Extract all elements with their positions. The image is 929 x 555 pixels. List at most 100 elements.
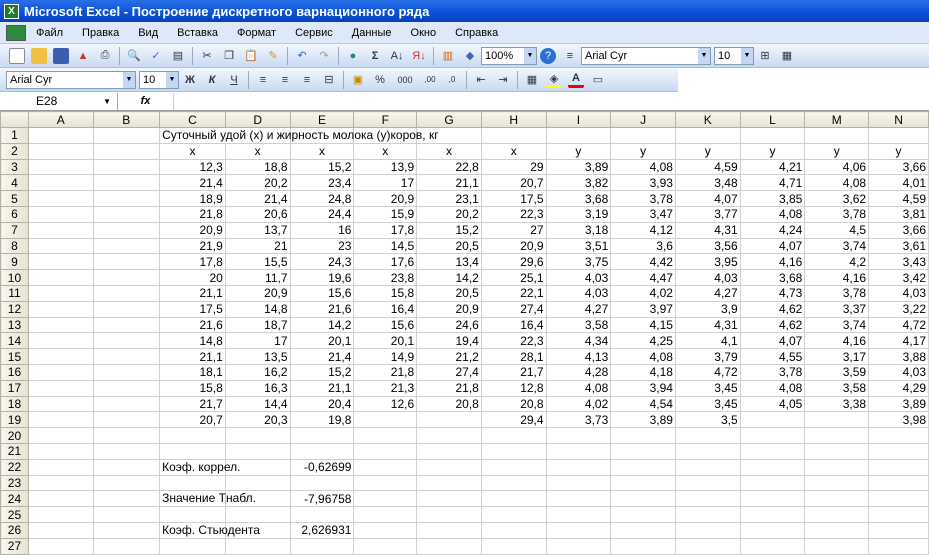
- row-header[interactable]: 2: [0, 142, 29, 160]
- cell-F8[interactable]: 14,5: [353, 237, 418, 255]
- cell-N9[interactable]: 3,43: [868, 253, 929, 271]
- cell-L10[interactable]: 3,68: [739, 269, 806, 286]
- cell-H13[interactable]: 16,4: [480, 316, 547, 334]
- cell-K27[interactable]: [674, 537, 741, 555]
- cell-K26[interactable]: [674, 521, 741, 539]
- cell-H25[interactable]: [480, 506, 547, 523]
- save-icon[interactable]: [53, 47, 69, 64]
- cell-C7[interactable]: 20,9: [159, 221, 226, 239]
- cell-E9[interactable]: 24,3: [289, 253, 355, 271]
- cell-D15[interactable]: 13,5: [224, 348, 291, 365]
- cell-M14[interactable]: 4,16: [804, 332, 870, 350]
- cell-G27[interactable]: [416, 537, 482, 555]
- cell-H5[interactable]: 17,5: [480, 190, 547, 207]
- cell-L12[interactable]: 4,62: [739, 300, 806, 318]
- cell-M5[interactable]: 3,62: [804, 190, 870, 207]
- cell-E24[interactable]: -7,96758: [289, 490, 355, 508]
- cell-B22[interactable]: [92, 458, 161, 476]
- cell-F26[interactable]: [353, 521, 418, 539]
- cell-L7[interactable]: 4,24: [739, 221, 806, 239]
- cell-J8[interactable]: 3,6: [610, 237, 676, 255]
- increase-indent-icon[interactable]: ⇥: [495, 72, 511, 88]
- cell-L26[interactable]: [739, 521, 806, 539]
- cell-E27[interactable]: [289, 537, 355, 555]
- cell-N27[interactable]: [868, 537, 929, 555]
- cell-I19[interactable]: 3,73: [545, 411, 612, 429]
- cell-M6[interactable]: 3,78: [804, 205, 870, 223]
- cell-N10[interactable]: 3,42: [868, 269, 929, 286]
- cell-K17[interactable]: 3,45: [674, 379, 741, 397]
- cell-D3[interactable]: 18,8: [224, 158, 291, 176]
- cell-J18[interactable]: 4,54: [610, 395, 676, 413]
- cell-F5[interactable]: 20,9: [353, 190, 418, 207]
- sort-descending-icon[interactable]: Я↓: [411, 48, 427, 64]
- cell-E13[interactable]: 14,2: [289, 316, 355, 334]
- cell-M23[interactable]: [804, 474, 870, 492]
- cell-D13[interactable]: 18,7: [224, 316, 291, 334]
- align-icon[interactable]: ≡: [562, 48, 578, 64]
- fill-color-icon[interactable]: ◈: [546, 72, 562, 88]
- cell-E4[interactable]: 23,4: [289, 174, 355, 192]
- cell-H12[interactable]: 27,4: [480, 300, 547, 318]
- cell-H23[interactable]: [480, 474, 547, 492]
- cell-E6[interactable]: 24,4: [289, 205, 355, 223]
- cell-C16[interactable]: 18,1: [159, 363, 226, 381]
- cell-F15[interactable]: 14,9: [353, 348, 418, 365]
- cell-M9[interactable]: 4,2: [804, 253, 870, 271]
- menu-window[interactable]: Окно: [411, 27, 437, 39]
- cell-I6[interactable]: 3,19: [545, 205, 612, 223]
- cell-H21[interactable]: [480, 442, 547, 460]
- cell-A24[interactable]: [27, 490, 94, 508]
- cell-G8[interactable]: 20,5: [416, 237, 482, 255]
- cell-N14[interactable]: 4,17: [868, 332, 929, 350]
- cell-H26[interactable]: [480, 521, 547, 539]
- cell-C18[interactable]: 21,7: [159, 395, 226, 413]
- cell-A5[interactable]: [27, 190, 94, 207]
- cell-K13[interactable]: 4,31: [674, 316, 741, 334]
- cell-N25[interactable]: [868, 506, 929, 523]
- column-header-C[interactable]: C: [159, 111, 226, 128]
- cell-F27[interactable]: [353, 537, 418, 555]
- row-header[interactable]: 17: [0, 379, 29, 397]
- cell-J2[interactable]: y: [610, 142, 676, 160]
- cell-N2[interactable]: y: [868, 142, 929, 160]
- row-header[interactable]: 24: [0, 490, 29, 508]
- cell-M22[interactable]: [804, 458, 870, 476]
- cell-I23[interactable]: [545, 474, 612, 492]
- paste-icon[interactable]: 📋: [243, 48, 259, 64]
- cell-M25[interactable]: [804, 506, 870, 523]
- align-right-icon[interactable]: ≡: [299, 72, 315, 88]
- cell-K14[interactable]: 4,1: [674, 332, 741, 350]
- cell-C14[interactable]: 14,8: [159, 332, 226, 350]
- cell-F22[interactable]: [353, 458, 418, 476]
- cell-F16[interactable]: 21,8: [353, 363, 418, 381]
- cell-A10[interactable]: [27, 269, 94, 286]
- spreadsheet-grid[interactable]: A B C D E F G H I J K L M N 1 Суточный удой (х) и жирно…: [0, 111, 929, 555]
- cell-C20[interactable]: [159, 427, 226, 444]
- cell-E2[interactable]: x: [289, 142, 355, 160]
- cell-M7[interactable]: 4,5: [804, 221, 870, 239]
- cell-G15[interactable]: 21,2: [416, 348, 482, 365]
- cell-A27[interactable]: [27, 537, 94, 555]
- cell-D8[interactable]: 21: [224, 237, 291, 255]
- menu-format[interactable]: Формат: [237, 27, 276, 39]
- cell-K20[interactable]: [674, 427, 741, 444]
- cell-A7[interactable]: [27, 221, 94, 239]
- cell-I1[interactable]: [545, 127, 612, 144]
- cell-M26[interactable]: [804, 521, 870, 539]
- cell-J27[interactable]: [610, 537, 676, 555]
- cell-B26[interactable]: [92, 521, 161, 539]
- cell-C17[interactable]: 15,8: [159, 379, 226, 397]
- cell-E11[interactable]: 15,6: [289, 284, 355, 302]
- cell-D6[interactable]: 20,6: [224, 205, 291, 223]
- cell-E18[interactable]: 20,4: [289, 395, 355, 413]
- cell-N8[interactable]: 3,61: [868, 237, 929, 255]
- cell-M27[interactable]: [804, 537, 870, 555]
- cell-L18[interactable]: 4,05: [739, 395, 806, 413]
- cell-H9[interactable]: 29,6: [480, 253, 547, 271]
- cell-D20[interactable]: [224, 427, 291, 444]
- cell-C25[interactable]: [159, 506, 226, 523]
- cell-D12[interactable]: 14,8: [224, 300, 291, 318]
- spelling-icon[interactable]: ✓: [148, 48, 164, 64]
- cell-K6[interactable]: 3,77: [674, 205, 741, 223]
